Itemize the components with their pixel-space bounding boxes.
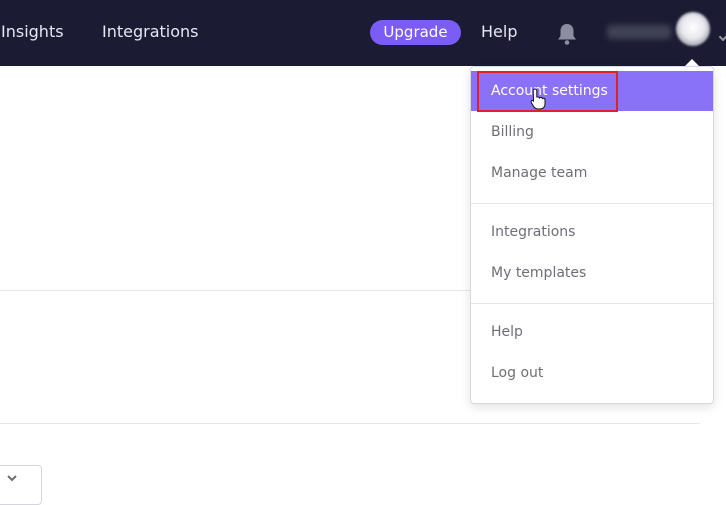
nav-integrations[interactable]: Integrations	[102, 22, 199, 42]
nav-help[interactable]: Help	[481, 22, 517, 42]
menu-divider	[471, 303, 713, 304]
menu-item-log-out[interactable]: Log out	[471, 353, 713, 393]
user-name[interactable]	[607, 25, 671, 39]
content-divider	[0, 290, 470, 291]
hand-cursor-icon	[530, 88, 546, 110]
content-divider	[0, 423, 700, 424]
chevron-down-icon	[7, 475, 17, 482]
upgrade-button[interactable]: Upgrade	[370, 20, 461, 45]
menu-item-integrations[interactable]: Integrations	[471, 212, 713, 252]
account-dropdown-menu: Account settings Billing Manage team Int…	[470, 66, 714, 404]
chevron-down-icon[interactable]	[718, 32, 726, 42]
menu-divider	[471, 203, 713, 204]
menu-item-manage-team[interactable]: Manage team	[471, 153, 713, 193]
nav-insights[interactable]: Insights	[1, 22, 64, 42]
avatar[interactable]	[676, 12, 710, 46]
top-navigation-bar: Insights Integrations Upgrade Help	[0, 0, 726, 66]
menu-item-help[interactable]: Help	[471, 312, 713, 352]
menu-item-billing[interactable]: Billing	[471, 112, 713, 152]
menu-item-my-templates[interactable]: My templates	[471, 253, 713, 293]
select-dropdown[interactable]	[0, 465, 42, 505]
bell-icon[interactable]	[556, 22, 578, 46]
highlight-box	[477, 71, 618, 112]
